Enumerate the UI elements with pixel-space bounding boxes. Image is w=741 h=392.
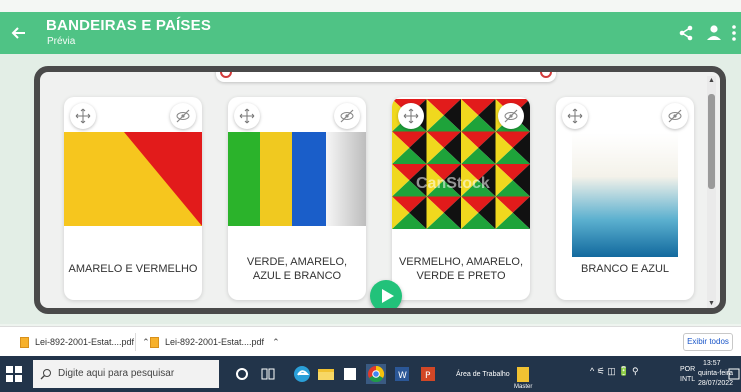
move-arrows-icon <box>239 108 255 124</box>
scroll-up-icon[interactable]: ▲ <box>708 77 715 84</box>
chrome-icon[interactable] <box>366 364 386 384</box>
card-label: AMARELO E VERMELHO <box>68 263 198 275</box>
flag-stripes <box>228 132 366 226</box>
cards-frame: AMARELO E VERMELHO VERDE, AMARELO, AZUL … <box>34 66 726 314</box>
move-arrows-icon <box>567 108 583 124</box>
top-bar-marker-left <box>220 72 232 78</box>
svg-text:P: P <box>425 371 431 381</box>
chevron-up-icon[interactable]: ⌃ <box>272 337 280 348</box>
show-all-button[interactable]: Exibir todos <box>683 333 733 351</box>
store-icon[interactable] <box>340 364 360 384</box>
scroll-thumb[interactable] <box>708 94 715 189</box>
top-bar-partial <box>216 72 556 82</box>
notifications-icon[interactable] <box>728 364 740 384</box>
eye-off-icon <box>176 109 190 123</box>
flag-card-2[interactable]: VERDE, AMARELO, AZUL E BRANCO <box>228 97 366 300</box>
card-label: BRANCO E AZUL <box>580 263 670 275</box>
app-header: BANDEIRAS E PAÍSES Prévia <box>0 12 741 54</box>
flag-white-blue-gradient <box>572 133 678 257</box>
flag-card-4[interactable]: BRANCO E AZUL <box>556 97 694 300</box>
more-vertical-icon[interactable] <box>728 23 740 43</box>
back-arrow-icon[interactable] <box>8 22 30 44</box>
scroll-down-icon[interactable]: ▼ <box>708 300 715 307</box>
move-arrows-icon <box>403 108 419 124</box>
share-icon[interactable] <box>676 23 696 43</box>
pdf-file-icon <box>150 336 159 348</box>
top-bar-marker-right <box>540 72 552 78</box>
desktop-label[interactable]: Área de Trabalho <box>456 371 510 378</box>
clock-time[interactable]: 13:57 <box>703 360 721 367</box>
download-filename: Lei-892-2001-Estat....pdf <box>165 337 265 347</box>
hide-button[interactable] <box>498 103 524 129</box>
taskbar-search-box[interactable]: Digite aqui para pesquisar <box>33 360 219 388</box>
top-strip <box>0 0 741 12</box>
move-button[interactable] <box>234 103 260 129</box>
cortana-icon[interactable] <box>232 364 252 384</box>
play-button[interactable] <box>370 280 402 308</box>
eye-off-icon <box>504 109 518 123</box>
pdf-file-icon <box>20 336 29 348</box>
move-button[interactable] <box>562 103 588 129</box>
edge-browser-icon[interactable] <box>292 364 312 384</box>
hide-button[interactable] <box>334 103 360 129</box>
folder-label: Master <box>514 384 533 390</box>
eye-off-icon <box>340 109 354 123</box>
keyboard-lang-2[interactable]: INTL <box>680 376 695 383</box>
move-arrows-icon <box>75 108 91 124</box>
svg-text:W: W <box>398 371 407 381</box>
taskbar: Digite aqui para pesquisar W P Área de T… <box>0 356 741 392</box>
hide-button[interactable] <box>170 103 196 129</box>
system-tray-icons[interactable]: ^ ⚟ ◫ 🔋 ⚲ <box>590 366 639 377</box>
hide-button[interactable] <box>662 103 688 129</box>
card-label: VERMELHO, AMARELO, VERDE E PRETO <box>398 256 524 282</box>
watermark: CanStock <box>416 175 490 192</box>
download-item[interactable]: Lei-892-2001-Estat....pdf ⌃ <box>20 335 150 349</box>
flag-yellow-red <box>64 132 202 226</box>
user-icon[interactable] <box>704 23 724 43</box>
file-explorer-icon[interactable] <box>316 364 336 384</box>
download-item[interactable]: Lei-892-2001-Estat....pdf ⌃ <box>150 335 280 349</box>
search-placeholder: Digite aqui para pesquisar <box>58 368 175 379</box>
folder-icon[interactable] <box>514 364 534 384</box>
play-icon <box>382 289 394 303</box>
task-view-icon[interactable] <box>258 364 278 384</box>
page-subtitle: Prévia <box>47 36 76 47</box>
word-icon[interactable]: W <box>392 364 412 384</box>
powerpoint-icon[interactable]: P <box>418 364 438 384</box>
flag-card-3[interactable]: CanStock VERMELHO, AMARELO, VERDE E PRET… <box>392 97 530 300</box>
flag-card-1[interactable]: AMARELO E VERMELHO <box>64 97 202 300</box>
chevron-up-icon[interactable]: ⌃ <box>142 337 150 348</box>
download-filename: Lei-892-2001-Estat....pdf <box>35 337 135 347</box>
keyboard-lang[interactable]: POR <box>680 366 695 373</box>
divider <box>135 333 136 351</box>
move-button[interactable] <box>398 103 424 129</box>
vertical-scrollbar[interactable]: ▲ ▼ <box>707 76 716 308</box>
downloads-bar: Lei-892-2001-Estat....pdf ⌃ Lei-892-2001… <box>0 326 741 356</box>
move-button[interactable] <box>70 103 96 129</box>
card-label: VERDE, AMARELO, AZUL E BRANCO <box>246 256 348 282</box>
page-title: BANDEIRAS E PAÍSES <box>46 17 212 34</box>
windows-start-icon[interactable] <box>5 365 23 383</box>
search-icon <box>40 369 51 380</box>
eye-off-icon <box>668 109 682 123</box>
